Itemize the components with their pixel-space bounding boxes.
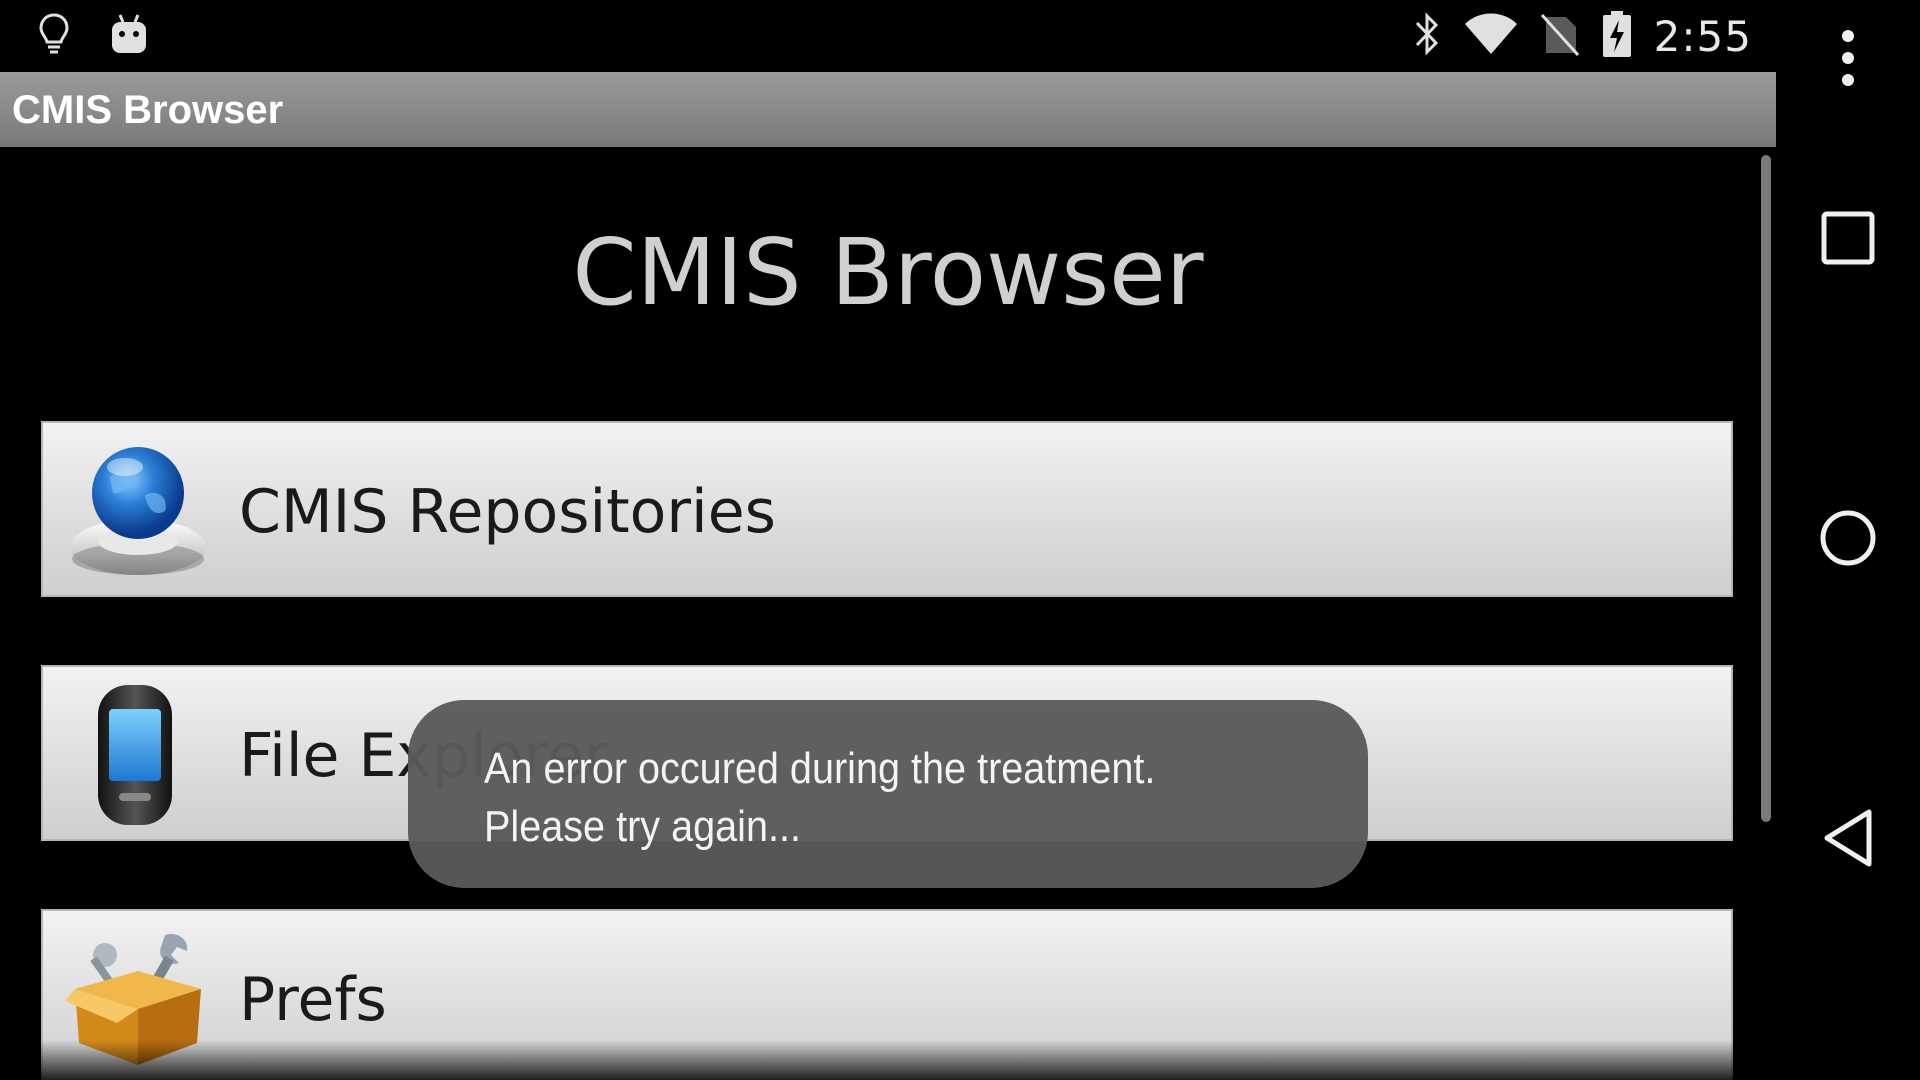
action-bar: CMIS Browser — [0, 72, 1776, 147]
menu-item-label: CMIS Repositories — [239, 477, 776, 547]
overflow-menu-icon — [1838, 26, 1858, 95]
recents-button[interactable] — [1776, 190, 1920, 290]
status-time: 2:55 — [1653, 12, 1752, 61]
menu-item-cmis-repositories[interactable]: CMIS Repositories — [41, 421, 1733, 597]
globe-icon — [65, 437, 211, 583]
lightbulb-icon — [38, 12, 70, 61]
back-icon — [1821, 808, 1875, 873]
recents-icon — [1821, 211, 1875, 270]
phone-icon — [65, 681, 211, 827]
home-icon — [1819, 509, 1877, 572]
action-bar-title: CMIS Browser — [12, 88, 284, 132]
menu-item-label: Prefs — [239, 965, 387, 1035]
navigation-bar — [1776, 0, 1920, 1080]
status-bar: 2:55 — [0, 0, 1776, 72]
home-button[interactable] — [1776, 490, 1920, 590]
battery-charging-icon — [1602, 10, 1632, 63]
toast-message-line-1: An error occured during the treatment. — [484, 744, 1156, 793]
screen: 2:55 CMIS Browser CMIS Browser CMIS Repo… — [0, 0, 1920, 1080]
scrollbar[interactable] — [1761, 155, 1771, 822]
toast-message-line-2: Please try again... — [484, 802, 801, 851]
overflow-menu-button[interactable] — [1776, 10, 1920, 110]
scroll-fade — [0, 1040, 1776, 1080]
no-sim-icon — [1540, 11, 1580, 62]
status-right-icons: 2:55 — [1412, 10, 1752, 63]
back-button[interactable] — [1776, 790, 1920, 890]
status-left-icons — [38, 12, 148, 61]
error-toast: An error occured during the treatment. P… — [408, 700, 1368, 888]
bluetooth-icon — [1412, 11, 1442, 62]
main-content: CMIS Browser CMIS Repositories File Pref… — [0, 147, 1776, 1080]
page-title: CMIS Browser — [572, 219, 1204, 326]
android-icon — [110, 13, 148, 60]
wifi-icon — [1464, 12, 1518, 61]
